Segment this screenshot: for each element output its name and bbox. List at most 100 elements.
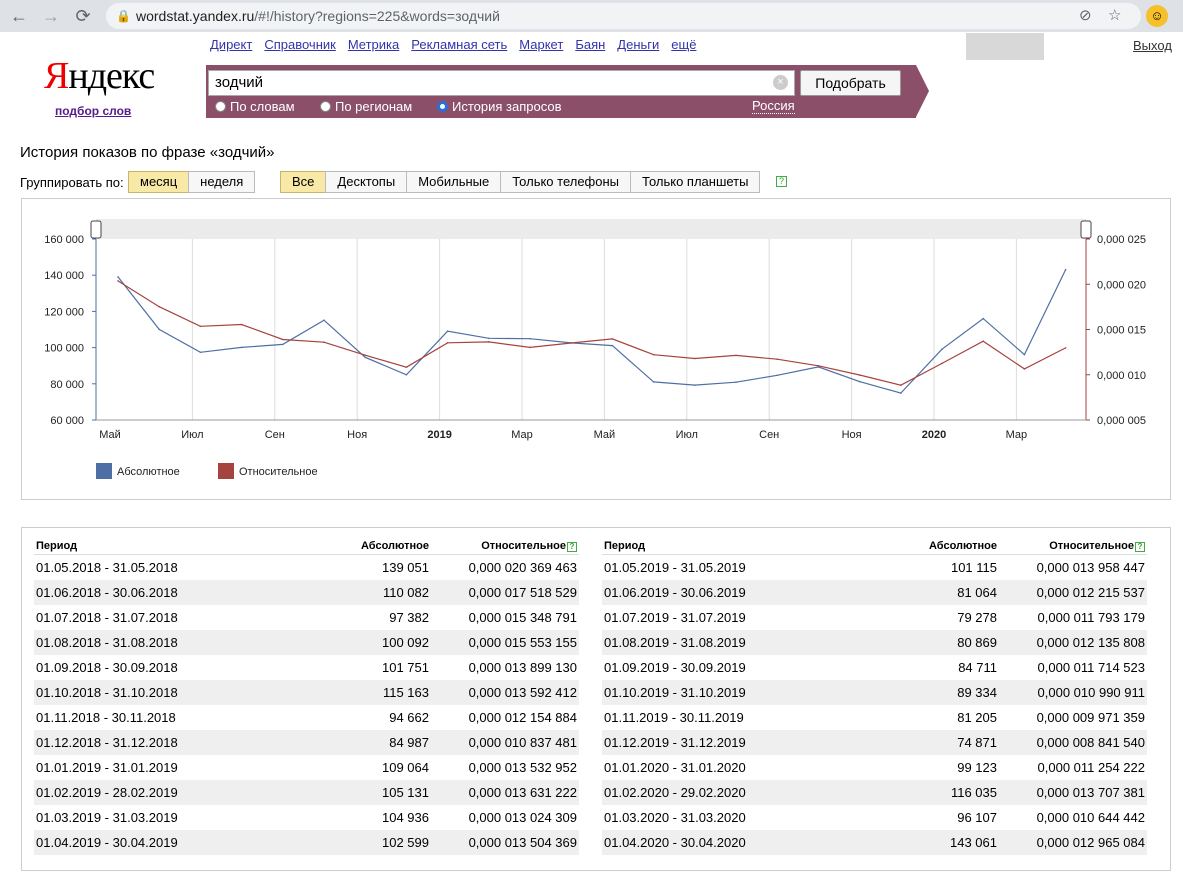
- help-icon[interactable]: ?: [567, 542, 577, 552]
- data-point: [1064, 268, 1067, 271]
- forward-icon[interactable]: →: [38, 4, 64, 28]
- address-bar[interactable]: 🔒 wordstat.yandex.ru/#!/history?regions=…: [106, 3, 1141, 29]
- history-chart: Май Июл Сен Ноя 2019 Мар Май Июл Сен Ноя 2020 Мар 16…: [44, 219, 1146, 479]
- cell-period: 01.11.2018 - 30.11.2018: [36, 710, 176, 725]
- cell-period: 01.10.2018 - 31.10.2018: [36, 685, 178, 700]
- cell-period: 01.07.2018 - 31.07.2018: [36, 610, 178, 625]
- radio-by-regions[interactable]: По регионам: [320, 99, 412, 114]
- data-point: [776, 374, 778, 377]
- data-point: [941, 348, 943, 350]
- x-tick-label: Мар: [1006, 429, 1028, 441]
- table-row: 01.07.2019 - 31.07.2019 79 278 0,000 011 7…: [602, 605, 1147, 630]
- data-point: [652, 381, 655, 383]
- device-all-button[interactable]: Все: [280, 171, 327, 193]
- help-icon[interactable]: ?: [776, 176, 787, 187]
- cell-period: 01.08.2018 - 31.08.2018: [36, 635, 178, 650]
- page-title: История показов по фразе «зодчий»: [20, 144, 275, 161]
- y-left-tick-label: 160 000: [44, 234, 84, 246]
- search-button[interactable]: Подобрать: [800, 70, 901, 96]
- back-icon[interactable]: ←: [6, 4, 32, 28]
- service-link-5[interactable]: Баян: [575, 37, 605, 52]
- x-tick-label: Май: [594, 429, 616, 441]
- header-relative: Относительное?: [1049, 539, 1145, 553]
- table-row: 01.08.2019 - 31.08.2019 80 869 0,000 012 1…: [602, 630, 1147, 655]
- help-icon[interactable]: ?: [1135, 542, 1145, 552]
- table-header: Период Абсолютное Относительное?: [34, 539, 579, 555]
- device-phones-button[interactable]: Только телефоны: [500, 171, 632, 193]
- cell-period: 01.02.2020 - 29.02.2020: [604, 785, 746, 800]
- radio-by-words[interactable]: По словам: [215, 99, 295, 114]
- cell-relative: 0,000 010 644 442: [1036, 810, 1145, 825]
- data-point: [364, 356, 367, 359]
- device-desktop-button[interactable]: Десктопы: [325, 171, 408, 193]
- device-tablets-button[interactable]: Только планшеты: [630, 171, 761, 193]
- bookmark-star-icon[interactable]: ☆: [1108, 3, 1121, 29]
- cell-relative: 0,000 013 631 222: [468, 785, 577, 800]
- cell-period: 01.09.2019 - 30.09.2019: [604, 660, 746, 675]
- yandex-logo[interactable]: Яндекс: [44, 55, 155, 97]
- data-point: [364, 354, 367, 356]
- data-point: [900, 384, 902, 386]
- service-link-4[interactable]: Маркет: [519, 37, 563, 52]
- service-link-0[interactable]: Директ: [210, 37, 252, 52]
- device-mobile-button[interactable]: Мобильные: [406, 171, 502, 193]
- table-row: 01.08.2018 - 31.08.2018 100 092 0,000 015 …: [34, 630, 579, 655]
- clear-icon[interactable]: ×: [773, 75, 788, 90]
- legend-label: Абсолютное: [117, 466, 180, 478]
- table-row: 01.04.2019 - 30.04.2019 102 599 0,000 013 …: [34, 830, 579, 855]
- x-tick-label: Май: [99, 429, 121, 441]
- cell-relative: 0,000 017 518 529: [468, 585, 577, 600]
- cell-relative: 0,000 011 254 222: [1037, 760, 1145, 775]
- table-row: 01.01.2020 - 31.01.2020 99 123 0,000 011 2…: [602, 755, 1147, 780]
- service-link-1[interactable]: Справочник: [264, 37, 336, 52]
- data-point: [199, 351, 202, 354]
- radio-history[interactable]: История запросов: [437, 99, 562, 114]
- header-relative: Относительное?: [481, 539, 577, 553]
- table-row: 01.11.2018 - 30.11.2018 94 662 0,000 012 1…: [34, 705, 579, 730]
- table-header: Период Абсолютное Относительное?: [602, 539, 1147, 555]
- search-input[interactable]: зодчий: [208, 70, 795, 96]
- radio-circle-icon: [215, 101, 226, 112]
- cell-relative: 0,000 008 841 540: [1036, 735, 1145, 750]
- table-row: 01.09.2019 - 30.09.2019 84 711 0,000 011 7…: [602, 655, 1147, 680]
- service-link-6[interactable]: Деньги: [617, 37, 659, 52]
- cell-absolute: 81 064: [957, 585, 997, 600]
- lock-icon: 🔒: [116, 9, 131, 23]
- header-period: Период: [604, 540, 646, 552]
- data-point: [117, 280, 119, 282]
- service-link-3[interactable]: Рекламная сеть: [411, 37, 507, 52]
- cell-absolute: 139 051: [382, 560, 429, 575]
- region-link[interactable]: Россия: [752, 98, 795, 114]
- cell-absolute: 80 869: [957, 635, 997, 650]
- user-avatar[interactable]: [966, 33, 1044, 60]
- data-point: [282, 338, 284, 341]
- y-left-tick-label: 100 000: [44, 343, 84, 355]
- table-right-column: Период Абсолютное Относительное? 01.05.2019…: [602, 539, 1147, 855]
- logo-subtitle-link[interactable]: подбор слов: [55, 104, 131, 118]
- cell-absolute: 81 205: [957, 710, 997, 725]
- cell-period: 01.05.2019 - 31.05.2019: [604, 560, 746, 575]
- group-month-button[interactable]: месяц: [128, 171, 190, 193]
- service-link-7[interactable]: ещё: [671, 37, 696, 52]
- cell-relative: 0,000 011 714 523: [1037, 660, 1145, 675]
- logout-link[interactable]: Выход: [1133, 38, 1172, 53]
- cell-absolute: 102 599: [382, 835, 429, 850]
- table-row: 01.02.2019 - 28.02.2019 105 131 0,000 013 …: [34, 780, 579, 805]
- data-point: [611, 338, 614, 340]
- translate-icon[interactable]: ⊘: [1079, 3, 1092, 29]
- cell-absolute: 99 123: [957, 760, 997, 775]
- x-tick-label: Ноя: [347, 429, 367, 441]
- cell-period: 01.05.2018 - 31.05.2018: [36, 560, 178, 575]
- y-left-tick-label: 120 000: [44, 306, 84, 318]
- header-period: Период: [36, 540, 78, 552]
- cell-period: 01.06.2018 - 30.06.2018: [36, 585, 178, 600]
- service-link-2[interactable]: Метрика: [348, 37, 399, 52]
- range-scroller: [96, 219, 1086, 239]
- data-point: [941, 362, 943, 365]
- data-point: [611, 344, 614, 347]
- table-row: 01.05.2019 - 31.05.2019 101 115 0,000 013 …: [602, 555, 1147, 580]
- profile-emoji-icon[interactable]: ☺: [1146, 5, 1168, 27]
- reload-icon[interactable]: ⟳: [70, 4, 96, 28]
- top-services-nav: Директ Справочник Метрика Рекламная сеть Мар…: [210, 37, 708, 52]
- group-week-button[interactable]: неделя: [188, 171, 256, 193]
